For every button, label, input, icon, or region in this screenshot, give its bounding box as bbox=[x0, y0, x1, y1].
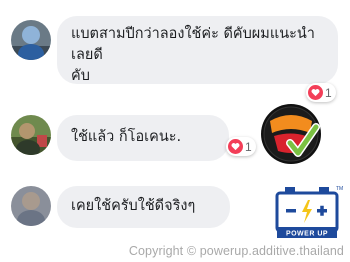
comment-bubble-3: เคยใช้ครับใช้ดีจริงๆ bbox=[57, 186, 230, 228]
genuine-badge bbox=[260, 103, 322, 165]
avatar-commenter-2[interactable] bbox=[11, 115, 51, 155]
reaction-count-label: 1 bbox=[325, 85, 332, 100]
heart-icon bbox=[228, 139, 243, 154]
avatar-commenter-3[interactable] bbox=[11, 186, 51, 226]
comment-bubble-2: ใช้แล้ว ก็โอเคนะ. bbox=[57, 115, 229, 161]
svg-text:TM: TM bbox=[336, 186, 343, 192]
heart-icon bbox=[308, 85, 323, 100]
avatar-commenter-1[interactable] bbox=[11, 20, 51, 60]
comment-bubble-1: แบตสามปีกว่าลองใช้ค่ะ ดีคับผมแนะนำเลยดี … bbox=[57, 16, 338, 84]
watermark-prefix: Copyright © bbox=[128, 244, 197, 258]
reaction-count-1[interactable]: 1 bbox=[306, 83, 336, 102]
reaction-count-label: 1 bbox=[245, 139, 252, 154]
comment-text-3: เคยใช้ครับใช้ดีจริงๆ bbox=[71, 198, 196, 214]
copyright-watermark: Copyright © powerup.additive.thailand bbox=[0, 244, 344, 258]
reaction-count-2[interactable]: 1 bbox=[226, 137, 256, 156]
comment-text-1: แบตสามปีกว่าลองใช้ค่ะ ดีคับผมแนะนำเลยดี … bbox=[71, 26, 315, 84]
battery-logo: POWER UP TM bbox=[272, 183, 344, 241]
svg-text:POWER UP: POWER UP bbox=[286, 231, 328, 238]
comment-text-2: ใช้แล้ว ก็โอเคนะ. bbox=[71, 129, 182, 145]
watermark-domain: powerup.additive.thailand bbox=[199, 244, 344, 258]
